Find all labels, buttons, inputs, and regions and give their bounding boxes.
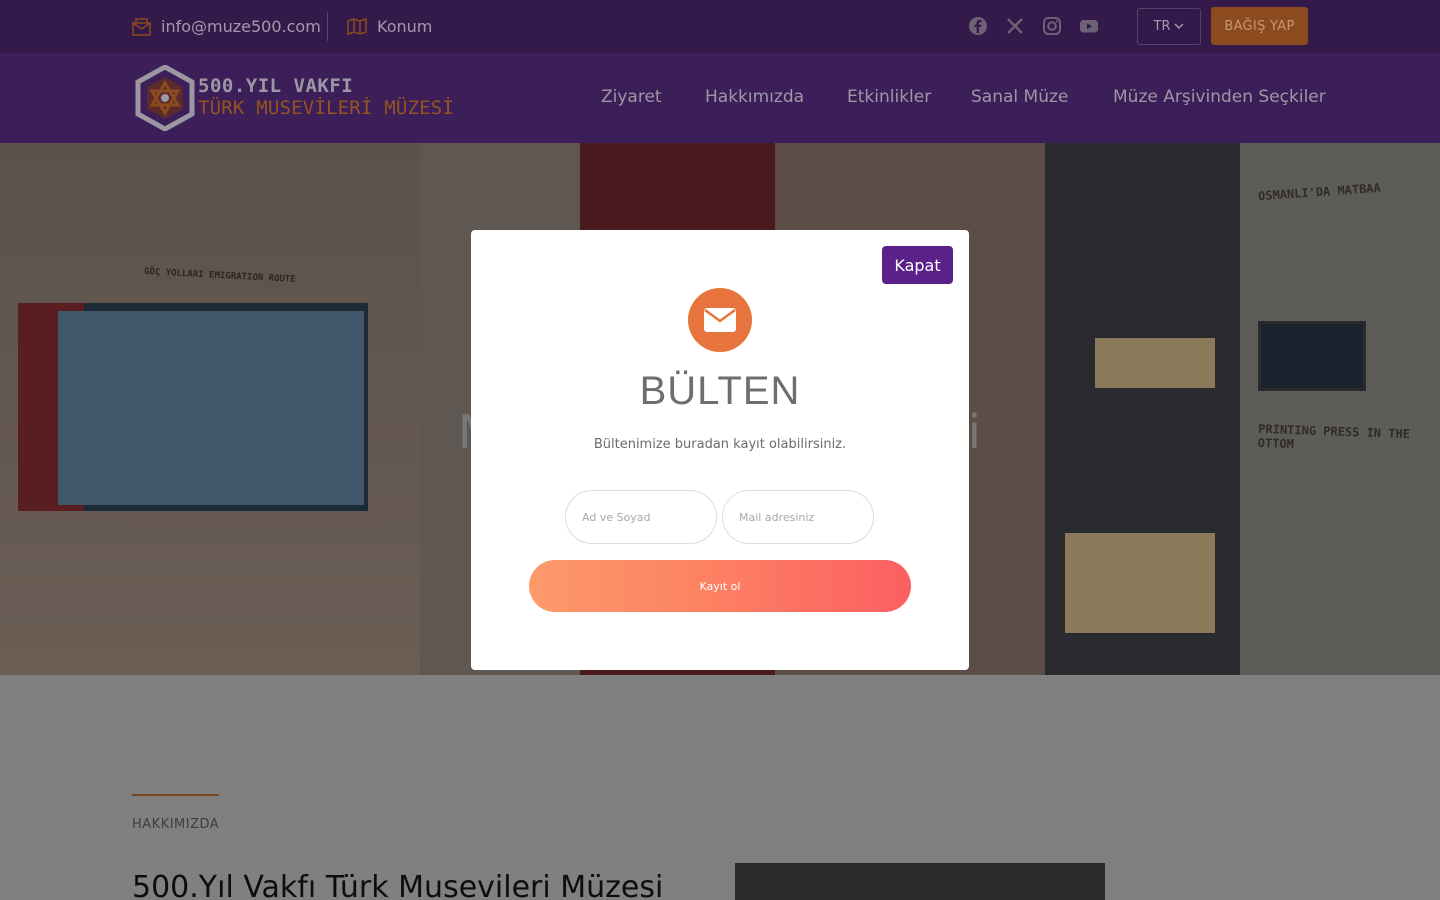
section-title: 500.Yıl Vakfı Türk Musevileri Müzesi bbox=[132, 870, 664, 900]
nav-item-ziyaret[interactable]: Ziyaret bbox=[601, 87, 662, 107]
nav-item-etkinlikler[interactable]: Etkinlikler bbox=[847, 87, 931, 107]
divider bbox=[327, 12, 328, 41]
modal-subtitle: Bültenimize buradan kayıt olabilirsiniz. bbox=[593, 437, 847, 452]
nav-item-muze-arsivi[interactable]: Müze Arşivinden Seçkiler bbox=[1113, 87, 1326, 107]
logo-icon[interactable] bbox=[134, 65, 196, 131]
logo-line-1: 500.YIL VAKFI bbox=[198, 75, 354, 97]
nav-item-hakkimizda[interactable]: Hakkımızda bbox=[705, 87, 804, 107]
hero-printing-panel bbox=[1240, 143, 1440, 675]
hero-display-case bbox=[1045, 143, 1240, 675]
modal-title: BÜLTEN bbox=[639, 369, 801, 413]
instagram-icon[interactable] bbox=[1042, 16, 1062, 36]
top-bar: info@muze500.com Konum TR BAĞIŞ YAP bbox=[0, 0, 1440, 53]
hero-screen bbox=[1258, 321, 1366, 391]
close-button[interactable]: Kapat bbox=[882, 246, 953, 284]
about-photo bbox=[735, 863, 1105, 900]
section-accent-bar bbox=[132, 794, 219, 796]
map-icon bbox=[347, 18, 367, 35]
location-link[interactable]: Konum bbox=[347, 0, 432, 53]
language-selector[interactable]: TR bbox=[1137, 8, 1201, 45]
hero-map-display bbox=[18, 303, 368, 511]
subscribe-button[interactable]: Kayıt ol bbox=[529, 560, 911, 612]
logo-line-2: TÜRK MUSEVİLERİ MÜZESİ bbox=[198, 97, 455, 119]
main-nav: 500.YIL VAKFI TÜRK MUSEVİLERİ MÜZESİ Ziy… bbox=[0, 53, 1440, 143]
envelope-icon bbox=[704, 308, 736, 332]
language-label: TR bbox=[1153, 19, 1171, 34]
name-field[interactable] bbox=[565, 490, 717, 544]
youtube-icon[interactable] bbox=[1079, 16, 1099, 36]
section-eyebrow: HAKKIMIZDA bbox=[132, 817, 220, 832]
donate-button[interactable]: BAĞIŞ YAP bbox=[1211, 7, 1308, 45]
hero-overlay-glyph: i bbox=[968, 405, 981, 459]
newsletter-modal: Kapat BÜLTEN Bültenimize buradan kayıt o… bbox=[471, 230, 969, 670]
chevron-down-icon bbox=[1174, 23, 1184, 29]
facebook-icon[interactable] bbox=[968, 16, 988, 36]
about-section: HAKKIMIZDA 500.Yıl Vakfı Türk Musevileri… bbox=[0, 675, 1440, 900]
email-text: info@muze500.com bbox=[161, 17, 321, 36]
x-icon[interactable] bbox=[1005, 16, 1025, 36]
email-link[interactable]: info@muze500.com bbox=[132, 0, 321, 53]
location-text: Konum bbox=[377, 17, 433, 36]
nav-item-sanal-muze[interactable]: Sanal Müze bbox=[971, 87, 1068, 107]
envelope-badge bbox=[688, 288, 752, 352]
mail-icon bbox=[132, 17, 151, 36]
email-field[interactable] bbox=[722, 490, 874, 544]
